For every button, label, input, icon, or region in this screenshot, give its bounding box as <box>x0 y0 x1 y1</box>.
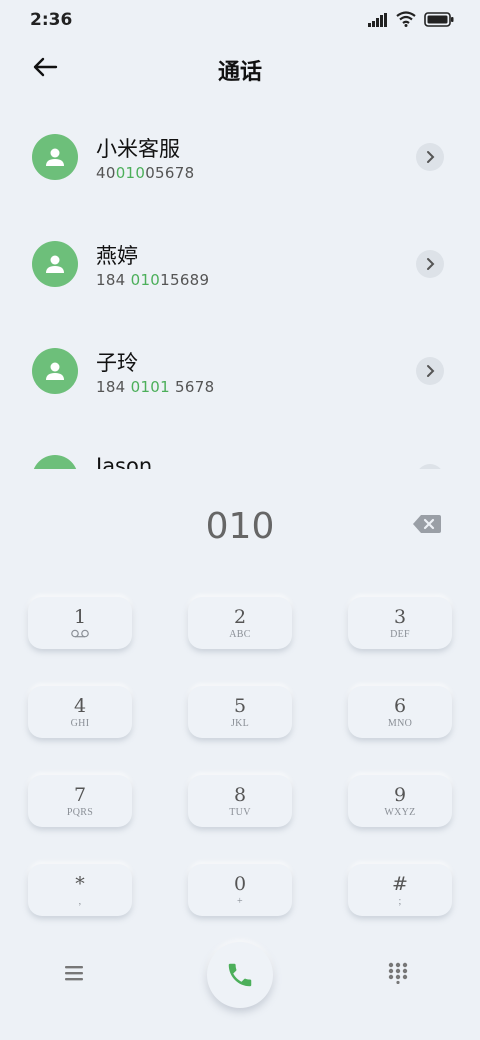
chevron-right-icon <box>427 258 435 270</box>
number-match: 010 <box>115 164 146 182</box>
person-icon <box>46 148 64 166</box>
contact-name: 子玲 <box>96 351 138 375</box>
contact-item[interactable]: Jason <box>0 426 480 469</box>
key-hash[interactable]: # ; <box>348 864 452 916</box>
contact-item[interactable]: 燕婷 184 01015689 <box>0 212 480 319</box>
status-bar: 2:36 <box>0 0 480 42</box>
person-icon <box>44 467 66 469</box>
avatar <box>32 241 78 287</box>
menu-button[interactable] <box>64 964 92 986</box>
phone-icon <box>228 963 252 987</box>
contact-number: 184 0101 5678 <box>96 378 215 396</box>
key-star[interactable]: * , <box>28 864 132 916</box>
avatar <box>32 455 78 469</box>
key-1[interactable]: 1 <box>28 597 132 649</box>
key-6[interactable]: 6 MNO <box>348 686 452 738</box>
contact-list[interactable]: 小米客服 4001005678 燕婷 184 01015689 子玲 184 0… <box>0 105 480 469</box>
dialpad-icon <box>388 962 408 985</box>
key-5[interactable]: 5 JKL <box>188 686 292 738</box>
contact-name: 小米客服 <box>96 137 180 161</box>
key-2[interactable]: 2 ABC <box>188 597 292 649</box>
dialed-number: 010 <box>205 506 275 547</box>
dial-display: 010 <box>0 500 480 556</box>
call-button[interactable] <box>207 942 273 1008</box>
page-title: 通话 <box>217 60 262 85</box>
signal-icon <box>368 12 388 31</box>
dialpad-toggle-button[interactable] <box>388 962 414 988</box>
bottom-bar <box>0 940 480 1010</box>
avatar <box>32 348 78 394</box>
number-match: 010 <box>130 271 161 289</box>
person-icon <box>46 255 64 273</box>
status-icons <box>368 11 454 31</box>
header: 通话 <box>0 48 480 92</box>
key-0[interactable]: 0 + <box>188 864 292 916</box>
contact-detail-button[interactable] <box>416 250 444 278</box>
backspace-button[interactable] <box>412 514 442 536</box>
contact-item[interactable]: 小米客服 4001005678 <box>0 105 480 212</box>
menu-icon <box>65 966 83 981</box>
contact-name: Jason <box>96 454 153 469</box>
chevron-right-icon <box>427 365 435 377</box>
person-icon <box>46 362 64 380</box>
status-time: 2:36 <box>30 10 73 30</box>
wifi-icon <box>396 11 416 31</box>
contact-name: 燕婷 <box>96 244 138 268</box>
contact-number: 4001005678 <box>96 164 195 182</box>
backspace-icon <box>413 515 441 533</box>
key-9[interactable]: 9 WXYZ <box>348 775 452 827</box>
voicemail-icon <box>28 629 132 641</box>
contact-item[interactable]: 子玲 184 0101 5678 <box>0 319 480 426</box>
number-match: 0101 <box>130 378 170 396</box>
chevron-right-icon <box>427 151 435 163</box>
key-3[interactable]: 3 DEF <box>348 597 452 649</box>
key-4[interactable]: 4 GHI <box>28 686 132 738</box>
contact-number: 184 01015689 <box>96 271 210 289</box>
avatar <box>32 134 78 180</box>
contact-detail-button[interactable] <box>416 143 444 171</box>
key-7[interactable]: 7 PQRS <box>28 775 132 827</box>
key-8[interactable]: 8 TUV <box>188 775 292 827</box>
contact-detail-button[interactable] <box>416 464 444 469</box>
battery-icon <box>424 11 454 31</box>
contact-detail-button[interactable] <box>416 357 444 385</box>
